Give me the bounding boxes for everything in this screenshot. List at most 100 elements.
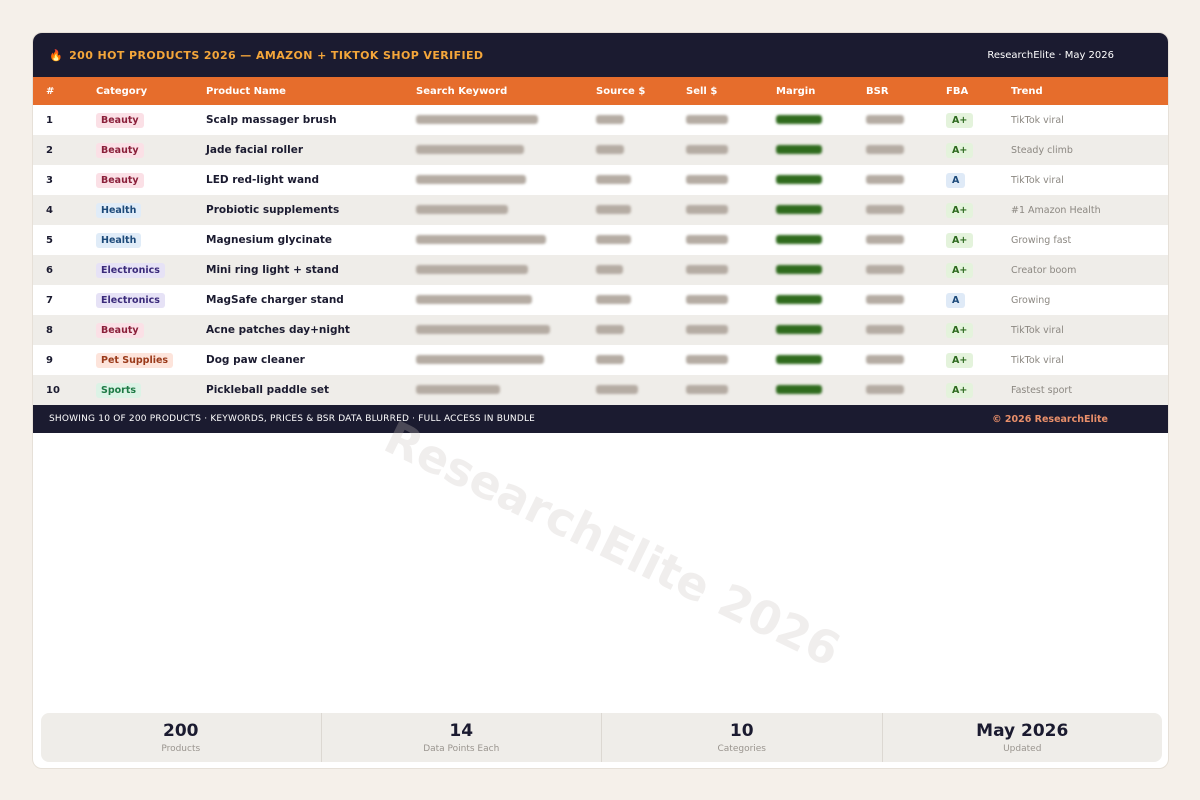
blurred-source-price (596, 385, 638, 394)
blurred-keyword (416, 235, 546, 244)
keyword-cell (403, 135, 583, 165)
product-name: Scalp massager brush (206, 114, 337, 126)
blurred-source-price (596, 325, 624, 334)
blurred-source-price (596, 115, 624, 124)
blurred-bsr (866, 205, 904, 214)
column-header: FBA (946, 85, 969, 97)
table-row: 8 Beauty Acne patches day+night A+ TikTok vi… (33, 315, 1168, 345)
product-report-card: 🔥 200 HOT PRODUCTS 2026 — AMAZON + TIKTO… (32, 32, 1169, 769)
bsr-cell (853, 315, 933, 345)
table-header-row: # Category Product Name Search Keyword Sourc… (33, 77, 1168, 105)
sell-price-cell (673, 165, 763, 195)
fba-badge: A+ (946, 352, 974, 368)
blurred-source-price (596, 145, 624, 154)
fba-badge: A+ (946, 322, 974, 338)
stat-label: Updated (1003, 744, 1042, 754)
blur-notice: SHOWING 10 OF 200 PRODUCTS · KEYWORDS, P… (49, 414, 536, 424)
fba-cell: A+ (933, 375, 998, 405)
sell-price-cell (673, 285, 763, 315)
blurred-sell-price (686, 115, 728, 124)
sell-price-cell (673, 375, 763, 405)
bsr-cell (853, 195, 933, 225)
margin-cell (763, 315, 853, 345)
blurred-sell-price (686, 295, 728, 304)
blurred-sell-price (686, 355, 728, 364)
blurred-bsr (866, 115, 904, 124)
stat-label: Categories (717, 744, 766, 754)
source-price-cell (583, 255, 673, 285)
fba-badge: A+ (946, 382, 974, 398)
blurred-margin (776, 175, 822, 184)
margin-cell (763, 135, 853, 165)
column-header: Margin (776, 85, 816, 97)
blurred-keyword (416, 385, 500, 394)
keyword-cell (403, 225, 583, 255)
column-header: BSR (866, 85, 889, 97)
blurred-bsr (866, 325, 904, 334)
blurred-keyword (416, 295, 532, 304)
row-number: 2 (46, 144, 53, 156)
product-name: LED red-light wand (206, 174, 320, 186)
sell-price-cell (673, 225, 763, 255)
blurred-sell-price (686, 385, 728, 394)
column-header: Trend (1011, 85, 1043, 97)
stat-item: May 2026 Updated (883, 713, 1163, 762)
fba-badge: A (946, 292, 966, 308)
stat-label: Data Points Each (423, 744, 500, 754)
table-body: 1 Beauty Scalp massager brush A+ TikTok vira… (33, 105, 1168, 405)
category-cell: Beauty (83, 315, 193, 345)
fba-cell: A+ (933, 195, 998, 225)
bsr-cell (853, 375, 933, 405)
category-cell: Health (83, 195, 193, 225)
row-number: 6 (46, 264, 53, 276)
margin-cell (763, 345, 853, 375)
blurred-margin (776, 385, 822, 394)
report-header: 🔥 200 HOT PRODUCTS 2026 — AMAZON + TIKTO… (33, 33, 1168, 77)
bsr-cell (853, 255, 933, 285)
product-name: Acne patches day+night (206, 324, 350, 336)
blurred-sell-price (686, 265, 728, 274)
blurred-margin (776, 325, 822, 334)
fba-badge: A+ (946, 262, 974, 278)
fba-cell: A+ (933, 135, 998, 165)
category-badge: Beauty (96, 142, 144, 158)
trend-cell: #1 Amazon Health (1011, 204, 1101, 216)
blurred-source-price (596, 175, 631, 184)
fba-badge: A+ (946, 232, 974, 248)
trend-cell: TikTok viral (1011, 354, 1064, 366)
category-cell: Beauty (83, 165, 193, 195)
table-row: 10 Sports Pickleball paddle set A+ Fastest s… (33, 375, 1168, 405)
bsr-cell (853, 135, 933, 165)
blurred-bsr (866, 175, 904, 184)
stat-item: 200 Products (41, 713, 322, 762)
column-header: Source $ (596, 85, 646, 97)
product-name: Pickleball paddle set (206, 384, 330, 396)
source-price-cell (583, 345, 673, 375)
product-table: # Category Product Name Search Keyword Sourc… (33, 77, 1168, 405)
keyword-cell (403, 315, 583, 345)
margin-cell (763, 195, 853, 225)
product-name: Probiotic supplements (206, 204, 340, 216)
category-cell: Electronics (83, 255, 193, 285)
stat-value: May 2026 (976, 721, 1069, 741)
source-price-cell (583, 105, 673, 135)
trend-cell: Creator boom (1011, 264, 1077, 276)
stat-value: 10 (729, 721, 754, 741)
keyword-cell (403, 345, 583, 375)
keyword-cell (403, 195, 583, 225)
fba-badge: A (946, 172, 966, 188)
keyword-cell (403, 285, 583, 315)
margin-cell (763, 375, 853, 405)
table-row: 6 Electronics Mini ring light + stand A+ Cre… (33, 255, 1168, 285)
sell-price-cell (673, 255, 763, 285)
blurred-sell-price (686, 325, 728, 334)
column-header: # (46, 85, 55, 97)
blurred-sell-price (686, 175, 728, 184)
blurred-bsr (866, 265, 904, 274)
category-cell: Electronics (83, 285, 193, 315)
fba-cell: A+ (933, 315, 998, 345)
blurred-bsr (866, 295, 904, 304)
bsr-cell (853, 345, 933, 375)
blurred-keyword (416, 145, 524, 154)
fba-cell: A+ (933, 225, 998, 255)
